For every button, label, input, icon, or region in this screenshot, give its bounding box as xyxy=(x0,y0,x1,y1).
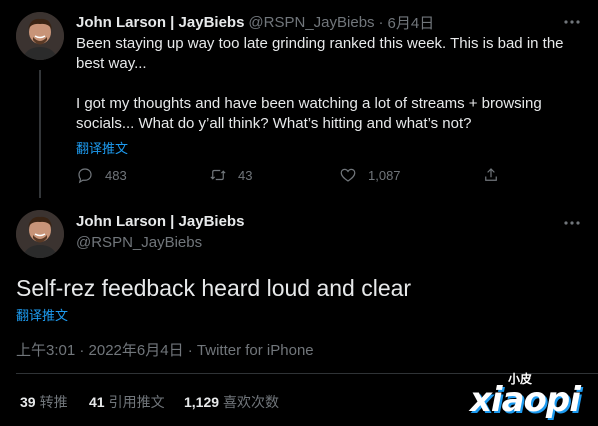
retweet-count: 43 xyxy=(238,167,253,183)
translate-link[interactable]: 翻译推文 xyxy=(16,305,68,324)
translate-link[interactable]: 翻译推文 xyxy=(76,138,128,157)
tweet1-header: John Larson | JayBiebs @RSPN_JayBiebs · … xyxy=(76,12,434,32)
quotes-count: 41 xyxy=(89,394,105,410)
tweet-date[interactable]: 6月4日 xyxy=(388,12,435,33)
tweet1-text-p1: Been staying up way too late grinding ra… xyxy=(76,35,564,72)
more-icon[interactable] xyxy=(562,13,582,31)
separator: · xyxy=(378,13,384,31)
display-name[interactable]: John Larson | JayBiebs xyxy=(76,213,244,230)
watermark-main-text: xiaopi xyxy=(470,380,581,420)
retweets-label: 转推 xyxy=(39,394,68,410)
like-icon xyxy=(340,168,356,182)
thread-line xyxy=(39,70,41,198)
share-icon xyxy=(485,168,497,181)
tweet1-text-p2: I got my thoughts and have been watching… xyxy=(76,95,542,132)
more-icon[interactable] xyxy=(562,214,582,232)
stat-likes[interactable]: 1,129 喜欢次数 xyxy=(184,392,279,412)
handle[interactable]: @RSPN_JayBiebs xyxy=(76,234,202,251)
likes-label: 喜欢次数 xyxy=(223,394,280,410)
quotes-label: 引用推文 xyxy=(108,394,165,410)
tweet2-text: Self-rez feedback heard loud and clear xyxy=(16,275,412,301)
tweet-timestamp[interactable]: 上午3:01 · 2022年6月4日 · Twitter for iPhone xyxy=(16,339,314,360)
retweet-icon xyxy=(210,169,226,181)
like-button[interactable]: 1,087 xyxy=(339,166,401,184)
reply-icon xyxy=(78,168,92,184)
reply-count: 483 xyxy=(105,167,127,183)
handle[interactable]: @RSPN_JayBiebs xyxy=(248,14,374,31)
share-button[interactable] xyxy=(482,166,511,184)
retweets-count: 39 xyxy=(20,394,36,410)
reply-button[interactable]: 483 xyxy=(76,166,127,184)
like-count: 1,087 xyxy=(368,167,401,183)
avatar[interactable] xyxy=(16,210,64,258)
stat-quotes[interactable]: 41 引用推文 xyxy=(89,392,165,412)
display-name[interactable]: John Larson | JayBiebs xyxy=(76,14,244,31)
avatar[interactable] xyxy=(16,12,64,60)
likes-count: 1,129 xyxy=(184,394,220,410)
watermark-logo: 小皮 xiaopi xyxy=(470,370,592,422)
stat-retweets[interactable]: 39 转推 xyxy=(20,392,68,412)
retweet-button[interactable]: 43 xyxy=(209,166,252,184)
